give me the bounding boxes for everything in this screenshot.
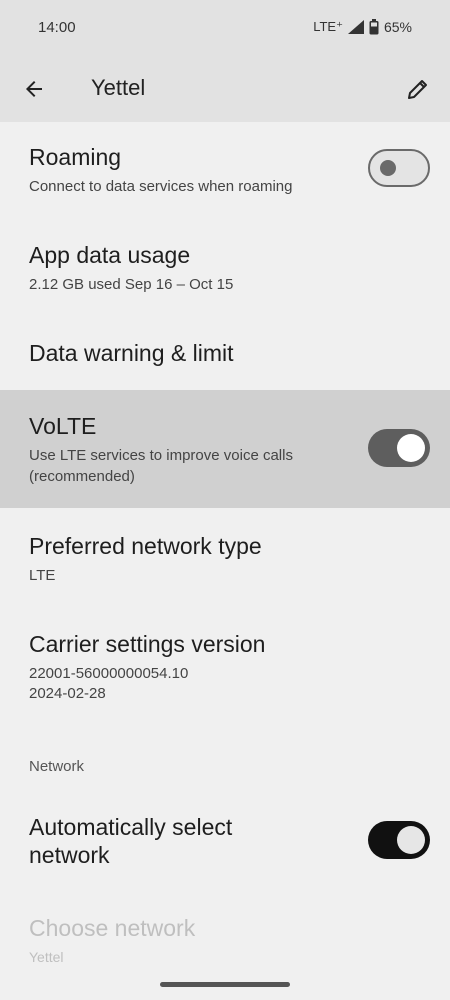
roaming-row[interactable]: Roaming Connect to data services when ro…	[0, 122, 450, 224]
status-icons: LTE⁺ 65%	[313, 19, 412, 35]
network-type-label: LTE⁺	[313, 19, 343, 34]
back-button[interactable]	[18, 73, 50, 105]
preferred-network-subtitle: LTE	[29, 567, 56, 584]
volte-subtitle-line2: (recommended)	[29, 468, 135, 485]
carrier-settings-version: 22001-56000000054.10	[29, 665, 189, 682]
preferred-network-title: Preferred network type	[29, 533, 262, 559]
choose-network-title: Choose network	[29, 915, 196, 941]
roaming-title: Roaming	[29, 144, 122, 170]
toggle-knob	[397, 826, 425, 854]
choose-network-subtitle: Yettel	[29, 949, 64, 965]
toggle-knob	[397, 434, 425, 462]
roaming-subtitle: Connect to data services when roaming	[29, 178, 293, 195]
volte-toggle[interactable]	[368, 429, 430, 467]
carrier-settings-date: 2024-02-28	[29, 685, 106, 702]
app-data-usage-row[interactable]: App data usage 2.12 GB used Sep 16 – Oct…	[0, 224, 450, 322]
preferred-network-row[interactable]: Preferred network type LTE	[0, 508, 450, 606]
battery-percent: 65%	[383, 19, 412, 35]
app-data-usage-title: App data usage	[29, 242, 191, 268]
volte-title: VoLTE	[29, 413, 97, 439]
edit-button[interactable]	[402, 73, 434, 105]
status-time: 14:00	[38, 19, 76, 36]
roaming-toggle[interactable]	[368, 149, 430, 187]
auto-select-network-title-line1: Automatically select	[29, 814, 233, 840]
auto-select-network-row[interactable]: Automatically select network	[0, 795, 450, 897]
arrow-back-icon	[26, 81, 42, 97]
volte-row[interactable]: VoLTE Use LTE services to improve voice …	[0, 390, 450, 508]
app-data-usage-subtitle: 2.12 GB used Sep 16 – Oct 15	[29, 276, 234, 293]
home-gesture-bar[interactable]	[160, 982, 290, 987]
volte-subtitle-line1: Use LTE services to improve voice calls	[29, 447, 293, 464]
choose-network-row: Choose network Yettel	[0, 897, 450, 977]
carrier-settings-row[interactable]: Carrier settings version 22001-560000000…	[0, 606, 450, 724]
battery-icon	[369, 19, 379, 35]
auto-select-network-toggle[interactable]	[368, 821, 430, 859]
data-warning-title: Data warning & limit	[29, 340, 234, 366]
pencil-icon	[408, 80, 427, 99]
data-warning-row[interactable]: Data warning & limit	[0, 322, 450, 390]
toggle-knob	[380, 160, 396, 176]
app-bar: Yettel	[0, 56, 450, 122]
network-section-header: Network	[29, 758, 85, 775]
carrier-settings-title: Carrier settings version	[29, 631, 266, 657]
status-bar: 14:00 LTE⁺ 65%	[0, 0, 450, 56]
page-title: Yettel	[91, 75, 146, 100]
signal-icon	[347, 20, 364, 34]
auto-select-network-title-line2: network	[29, 842, 110, 868]
